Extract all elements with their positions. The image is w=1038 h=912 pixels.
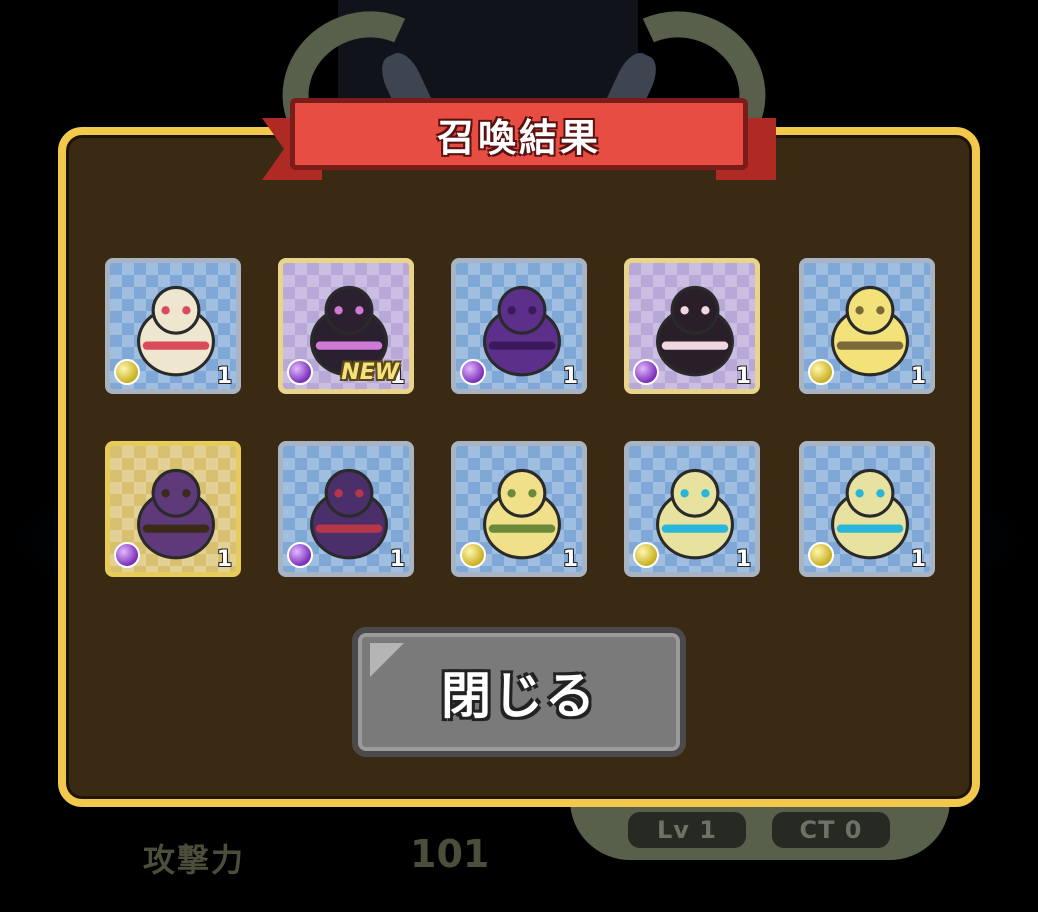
result-card[interactable]: 1: [105, 441, 241, 577]
creature-portrait-icon: [656, 285, 734, 377]
card-count: 1: [562, 547, 578, 572]
dialog-title-banner: 召喚結果: [290, 98, 748, 170]
result-card[interactable]: 1: [624, 258, 760, 394]
result-card[interactable]: 1: [105, 258, 241, 394]
result-card[interactable]: 1 NEW: [278, 258, 414, 394]
result-card[interactable]: 1: [799, 258, 935, 394]
button-shine: [370, 643, 404, 677]
creature-portrait-icon: [831, 285, 909, 377]
creature-portrait-icon: [656, 468, 734, 560]
result-card[interactable]: 1: [624, 441, 760, 577]
gold-element-orb-icon: [460, 542, 486, 568]
result-card[interactable]: 1: [799, 441, 935, 577]
creature-portrait-icon: [483, 285, 561, 377]
purple-element-orb-icon: [287, 359, 313, 385]
purple-element-orb-icon: [633, 359, 659, 385]
gold-element-orb-icon: [633, 542, 659, 568]
card-count: 1: [216, 547, 232, 572]
close-button[interactable]: 閉じる: [352, 627, 686, 757]
purple-element-orb-icon: [287, 542, 313, 568]
result-card[interactable]: 1: [278, 441, 414, 577]
creature-portrait-icon: [483, 468, 561, 560]
creature-portrait-icon: [310, 468, 388, 560]
gold-element-orb-icon: [114, 359, 140, 385]
attack-label: 攻撃力: [143, 841, 246, 879]
gold-element-orb-icon: [808, 542, 834, 568]
result-card[interactable]: 1: [451, 441, 587, 577]
creature-portrait-icon: [137, 468, 215, 560]
ct-indicator: CT 0: [772, 812, 890, 848]
card-count: 1: [735, 364, 751, 389]
new-badge: NEW: [341, 360, 399, 385]
attack-value: 101: [410, 832, 490, 876]
dialog-title: 召喚結果: [436, 115, 601, 160]
level-indicator: Lv 1: [628, 812, 746, 848]
result-card[interactable]: 1: [451, 258, 587, 394]
card-count: 1: [389, 547, 405, 572]
card-count: 1: [910, 364, 926, 389]
gold-element-orb-icon: [808, 359, 834, 385]
purple-element-orb-icon: [460, 359, 486, 385]
purple-element-orb-icon: [114, 542, 140, 568]
card-count: 1: [562, 364, 578, 389]
close-button-label: 閉じる: [441, 667, 597, 725]
card-count: 1: [910, 547, 926, 572]
card-count: 1: [216, 364, 232, 389]
card-count: 1: [735, 547, 751, 572]
creature-portrait-icon: [831, 468, 909, 560]
creature-portrait-icon: [137, 285, 215, 377]
